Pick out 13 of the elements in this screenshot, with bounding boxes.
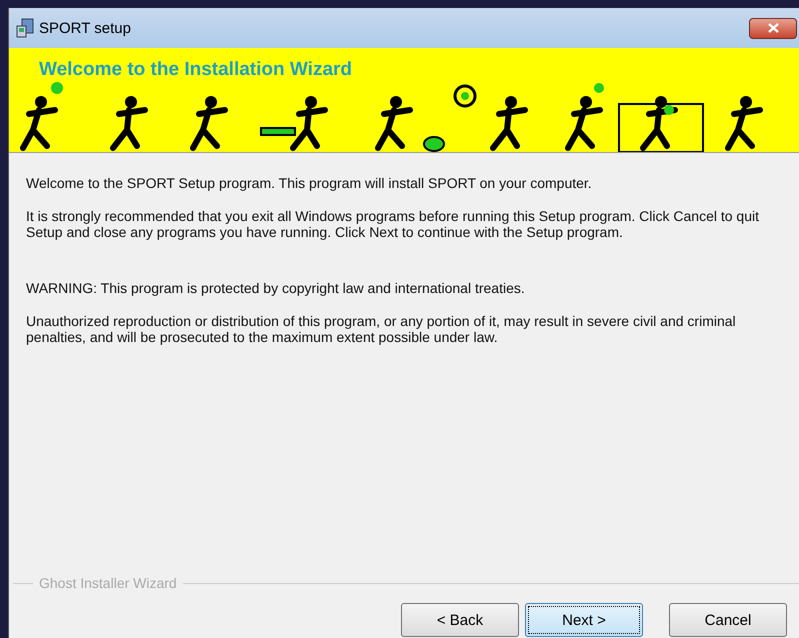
window-title: SPORT setup xyxy=(39,20,131,36)
banner-title: Welcome to the Installation Wizard xyxy=(38,58,354,80)
group-label: Ghost Installer Wizard xyxy=(38,575,178,591)
close-icon xyxy=(768,23,778,33)
paragraph: It is strongly recommended that you exit all Windows programs before running this Setup program. Click Cancel to quit Setup and close any programs you have running. Click Next to continue with the Setup program. xyxy=(26,208,760,240)
wizard-button[interactable]: < Back xyxy=(401,603,519,637)
installer-icon xyxy=(15,18,35,38)
paragraph: Welcome to the SPORT Setup program. This program will install SPORT on your computer. xyxy=(26,175,593,191)
paragraph: Unauthorized reproduction or distribution of this program, or any portion of it, may result in severe civil and criminal penalties, and will be prosecuted to the maximum extent possible under law. xyxy=(26,313,737,345)
wizard-button[interactable]: Cancel xyxy=(669,603,787,637)
close-button[interactable] xyxy=(749,18,797,38)
paragraph: WARNING: This program is protected by copyright law and international treaties. xyxy=(26,280,526,296)
wizard-button[interactable]: Next > xyxy=(525,603,643,637)
